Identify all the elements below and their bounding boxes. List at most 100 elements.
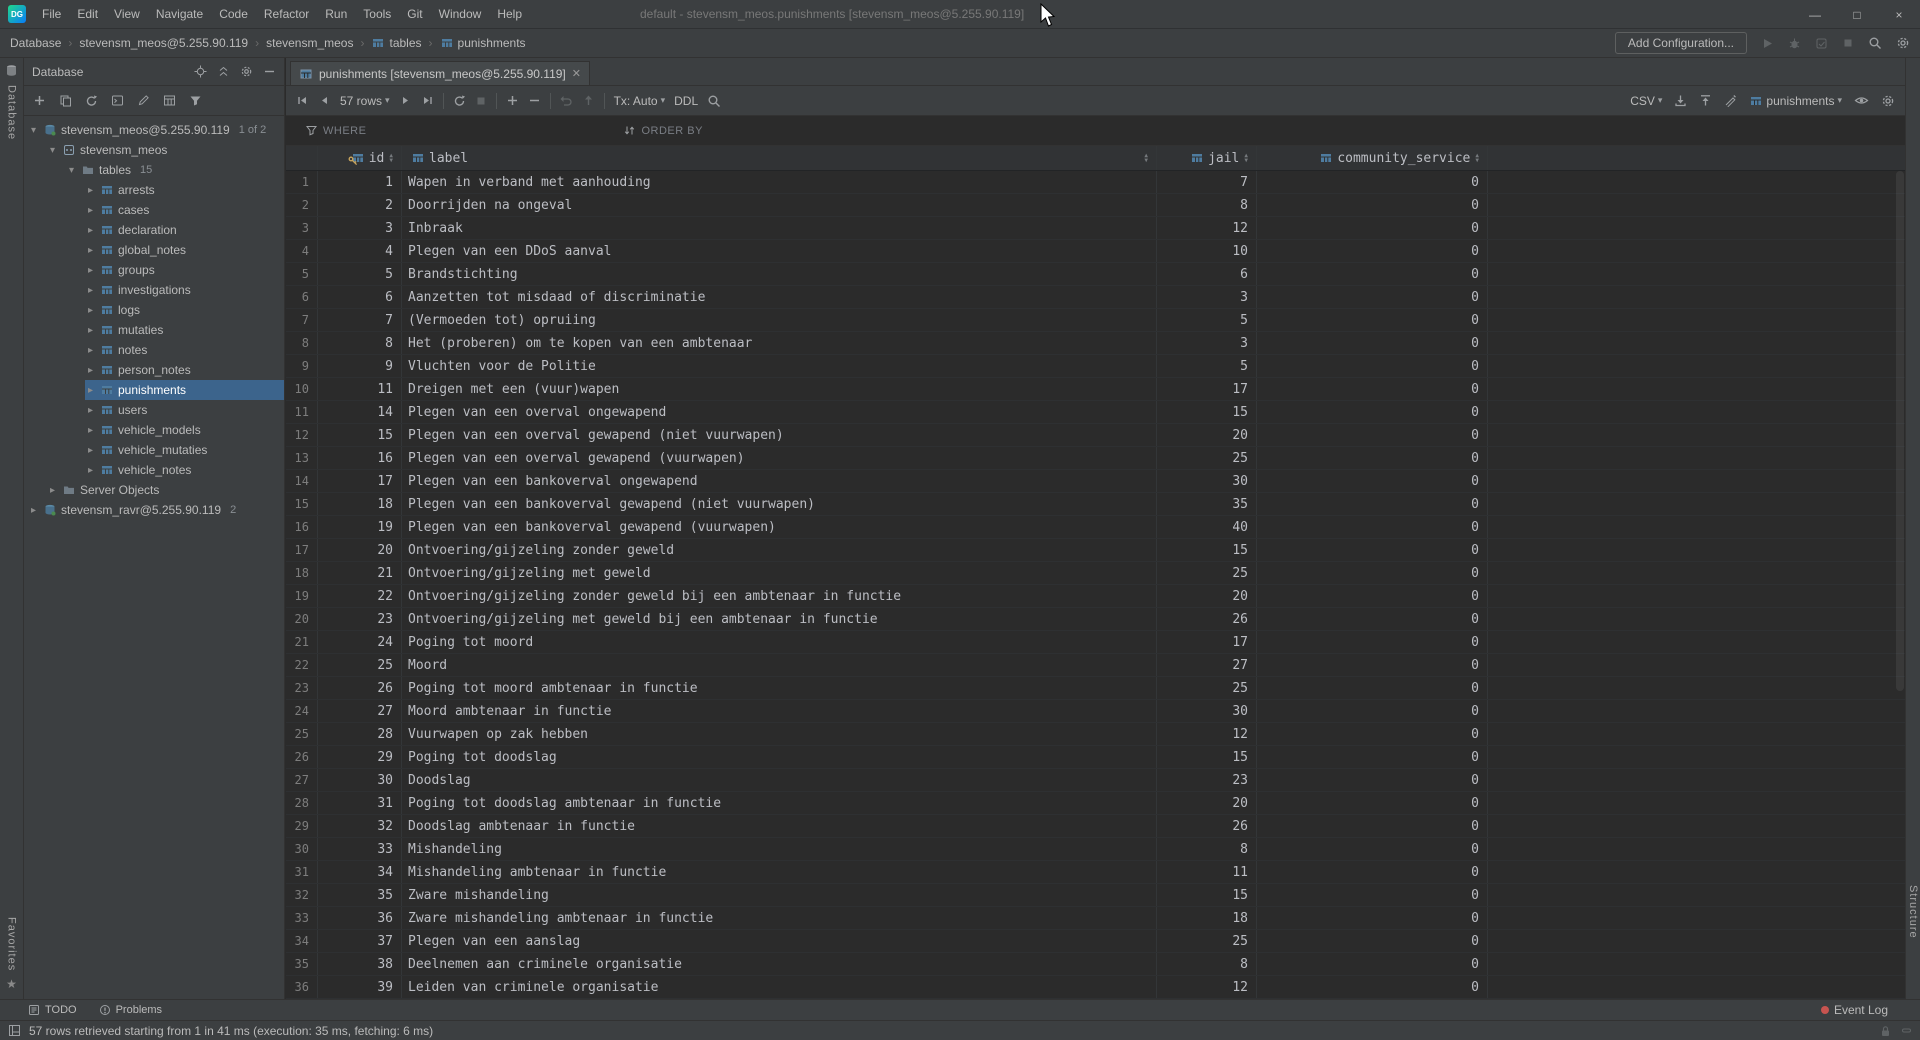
close-tab-icon[interactable]: ✕ (572, 67, 581, 80)
cell-community-service[interactable]: 0 (1257, 815, 1488, 837)
cell-label[interactable]: Wapen in verband met aanhouding (402, 171, 1157, 193)
cell-community-service[interactable]: 0 (1257, 631, 1488, 653)
row-number[interactable]: 36 (286, 976, 318, 998)
cell-jail[interactable]: 17 (1157, 378, 1257, 400)
duplicate-icon[interactable] (59, 94, 72, 107)
locate-icon[interactable] (194, 65, 207, 78)
cell-jail[interactable]: 20 (1157, 585, 1257, 607)
collapse-all-icon[interactable] (217, 65, 230, 78)
transaction-mode-dropdown[interactable]: Tx: Auto▾ (614, 94, 666, 108)
cell-jail[interactable]: 12 (1157, 976, 1257, 998)
event-log-button[interactable]: Event Log (1821, 1003, 1888, 1017)
row-number[interactable]: 23 (286, 677, 318, 699)
database-strip-label[interactable]: Database (6, 85, 18, 140)
cell-community-service[interactable]: 0 (1257, 930, 1488, 952)
row-number[interactable]: 8 (286, 332, 318, 354)
chevron-right-icon[interactable]: ▸ (85, 445, 96, 456)
cell-jail[interactable]: 23 (1157, 769, 1257, 791)
cell-jail[interactable]: 15 (1157, 746, 1257, 768)
cell-jail[interactable]: 40 (1157, 516, 1257, 538)
cell-jail[interactable]: 15 (1157, 401, 1257, 423)
cell-label[interactable]: Vuurwapen op zak hebben (402, 723, 1157, 745)
row-number[interactable]: 28 (286, 792, 318, 814)
cell-label[interactable]: Plegen van een aanslag (402, 930, 1157, 952)
column-header-community-service[interactable]: community_service ▲▼ (1257, 146, 1488, 170)
cell-id[interactable]: 27 (318, 700, 402, 722)
row-number[interactable]: 16 (286, 516, 318, 538)
cell-community-service[interactable]: 0 (1257, 608, 1488, 630)
cell-id[interactable]: 24 (318, 631, 402, 653)
cell-community-service[interactable]: 0 (1257, 562, 1488, 584)
cell-id[interactable]: 17 (318, 470, 402, 492)
cell-jail[interactable]: 5 (1157, 309, 1257, 331)
row-number[interactable]: 4 (286, 240, 318, 262)
chevron-right-icon[interactable]: ▸ (85, 285, 96, 296)
tree-item-stevensm-meos-5-255-90-119[interactable]: ▾stevensm_meos@5.255.90.1191 of 2 (24, 120, 284, 140)
cell-id[interactable]: 39 (318, 976, 402, 998)
cell-jail[interactable]: 11 (1157, 861, 1257, 883)
cell-label[interactable]: Plegen van een DDoS aanval (402, 240, 1157, 262)
cell-label[interactable]: Moord ambtenaar in functie (402, 700, 1157, 722)
tree-item-person-notes[interactable]: ▸person_notes (24, 360, 284, 380)
cell-community-service[interactable]: 0 (1257, 355, 1488, 377)
jump-to-console-icon[interactable] (111, 94, 124, 107)
cell-jail[interactable]: 15 (1157, 884, 1257, 906)
ddl-button[interactable]: DDL (674, 94, 698, 108)
column-header-id[interactable]: id ▲▼ (318, 146, 402, 170)
cell-label[interactable]: Leiden van criminele organisatie (402, 976, 1157, 998)
close-button[interactable]: × (1878, 0, 1920, 29)
row-number[interactable]: 14 (286, 470, 318, 492)
cell-community-service[interactable]: 0 (1257, 401, 1488, 423)
cell-id[interactable]: 32 (318, 815, 402, 837)
tree-item-groups[interactable]: ▸groups (24, 260, 284, 280)
cell-jail[interactable]: 26 (1157, 608, 1257, 630)
cell-id[interactable]: 22 (318, 585, 402, 607)
row-number[interactable]: 19 (286, 585, 318, 607)
cell-jail[interactable]: 10 (1157, 240, 1257, 262)
cell-id[interactable]: 35 (318, 884, 402, 906)
add-datasource-icon[interactable] (33, 94, 46, 107)
structure-strip-label[interactable]: Structure (1907, 885, 1919, 939)
row-number[interactable]: 13 (286, 447, 318, 469)
todo-tool-window-button[interactable]: TODO (28, 1004, 77, 1016)
order-by-field[interactable]: ORDER BY (624, 125, 702, 137)
cell-id[interactable]: 26 (318, 677, 402, 699)
cell-id[interactable]: 9 (318, 355, 402, 377)
menu-run[interactable]: Run (317, 0, 355, 29)
cell-jail[interactable]: 7 (1157, 171, 1257, 193)
cell-id[interactable]: 19 (318, 516, 402, 538)
refresh-icon[interactable] (85, 94, 98, 107)
tree-item-logs[interactable]: ▸logs (24, 300, 284, 320)
cell-label[interactable]: Inbraak (402, 217, 1157, 239)
previous-page-icon[interactable] (318, 94, 331, 107)
cell-id[interactable]: 21 (318, 562, 402, 584)
cell-community-service[interactable]: 0 (1257, 976, 1488, 998)
last-page-icon[interactable] (421, 94, 434, 107)
row-number[interactable]: 27 (286, 769, 318, 791)
reload-data-icon[interactable] (453, 94, 466, 107)
cell-label[interactable]: Moord (402, 654, 1157, 676)
cell-community-service[interactable]: 0 (1257, 171, 1488, 193)
chevron-right-icon[interactable]: ▸ (28, 505, 39, 516)
cell-label[interactable]: Plegen van een overval gewapend (niet vu… (402, 424, 1157, 446)
cell-community-service[interactable]: 0 (1257, 677, 1488, 699)
tree-item-stevensm-meos[interactable]: ▾stevensm_meos (24, 140, 284, 160)
where-filter-field[interactable]: WHERE (306, 125, 366, 137)
cell-community-service[interactable]: 0 (1257, 746, 1488, 768)
tree-item-arrests[interactable]: ▸arrests (24, 180, 284, 200)
cell-label[interactable]: Brandstichting (402, 263, 1157, 285)
favorites-strip-label[interactable]: Favorites (6, 917, 18, 971)
cell-jail[interactable]: 30 (1157, 470, 1257, 492)
minimize-button[interactable]: — (1794, 0, 1836, 29)
cell-id[interactable]: 11 (318, 378, 402, 400)
row-number[interactable]: 3 (286, 217, 318, 239)
chevron-right-icon[interactable]: ▸ (85, 345, 96, 356)
cell-id[interactable]: 37 (318, 930, 402, 952)
cell-label[interactable]: Poging tot doodslag (402, 746, 1157, 768)
cell-id[interactable]: 31 (318, 792, 402, 814)
cell-label[interactable]: Het (proberen) om te kopen van een ambte… (402, 332, 1157, 354)
cell-jail[interactable]: 8 (1157, 953, 1257, 975)
cell-label[interactable]: Deelnemen aan criminele organisatie (402, 953, 1157, 975)
cell-community-service[interactable]: 0 (1257, 884, 1488, 906)
sort-toggle-icon[interactable]: ▲▼ (1144, 153, 1148, 163)
